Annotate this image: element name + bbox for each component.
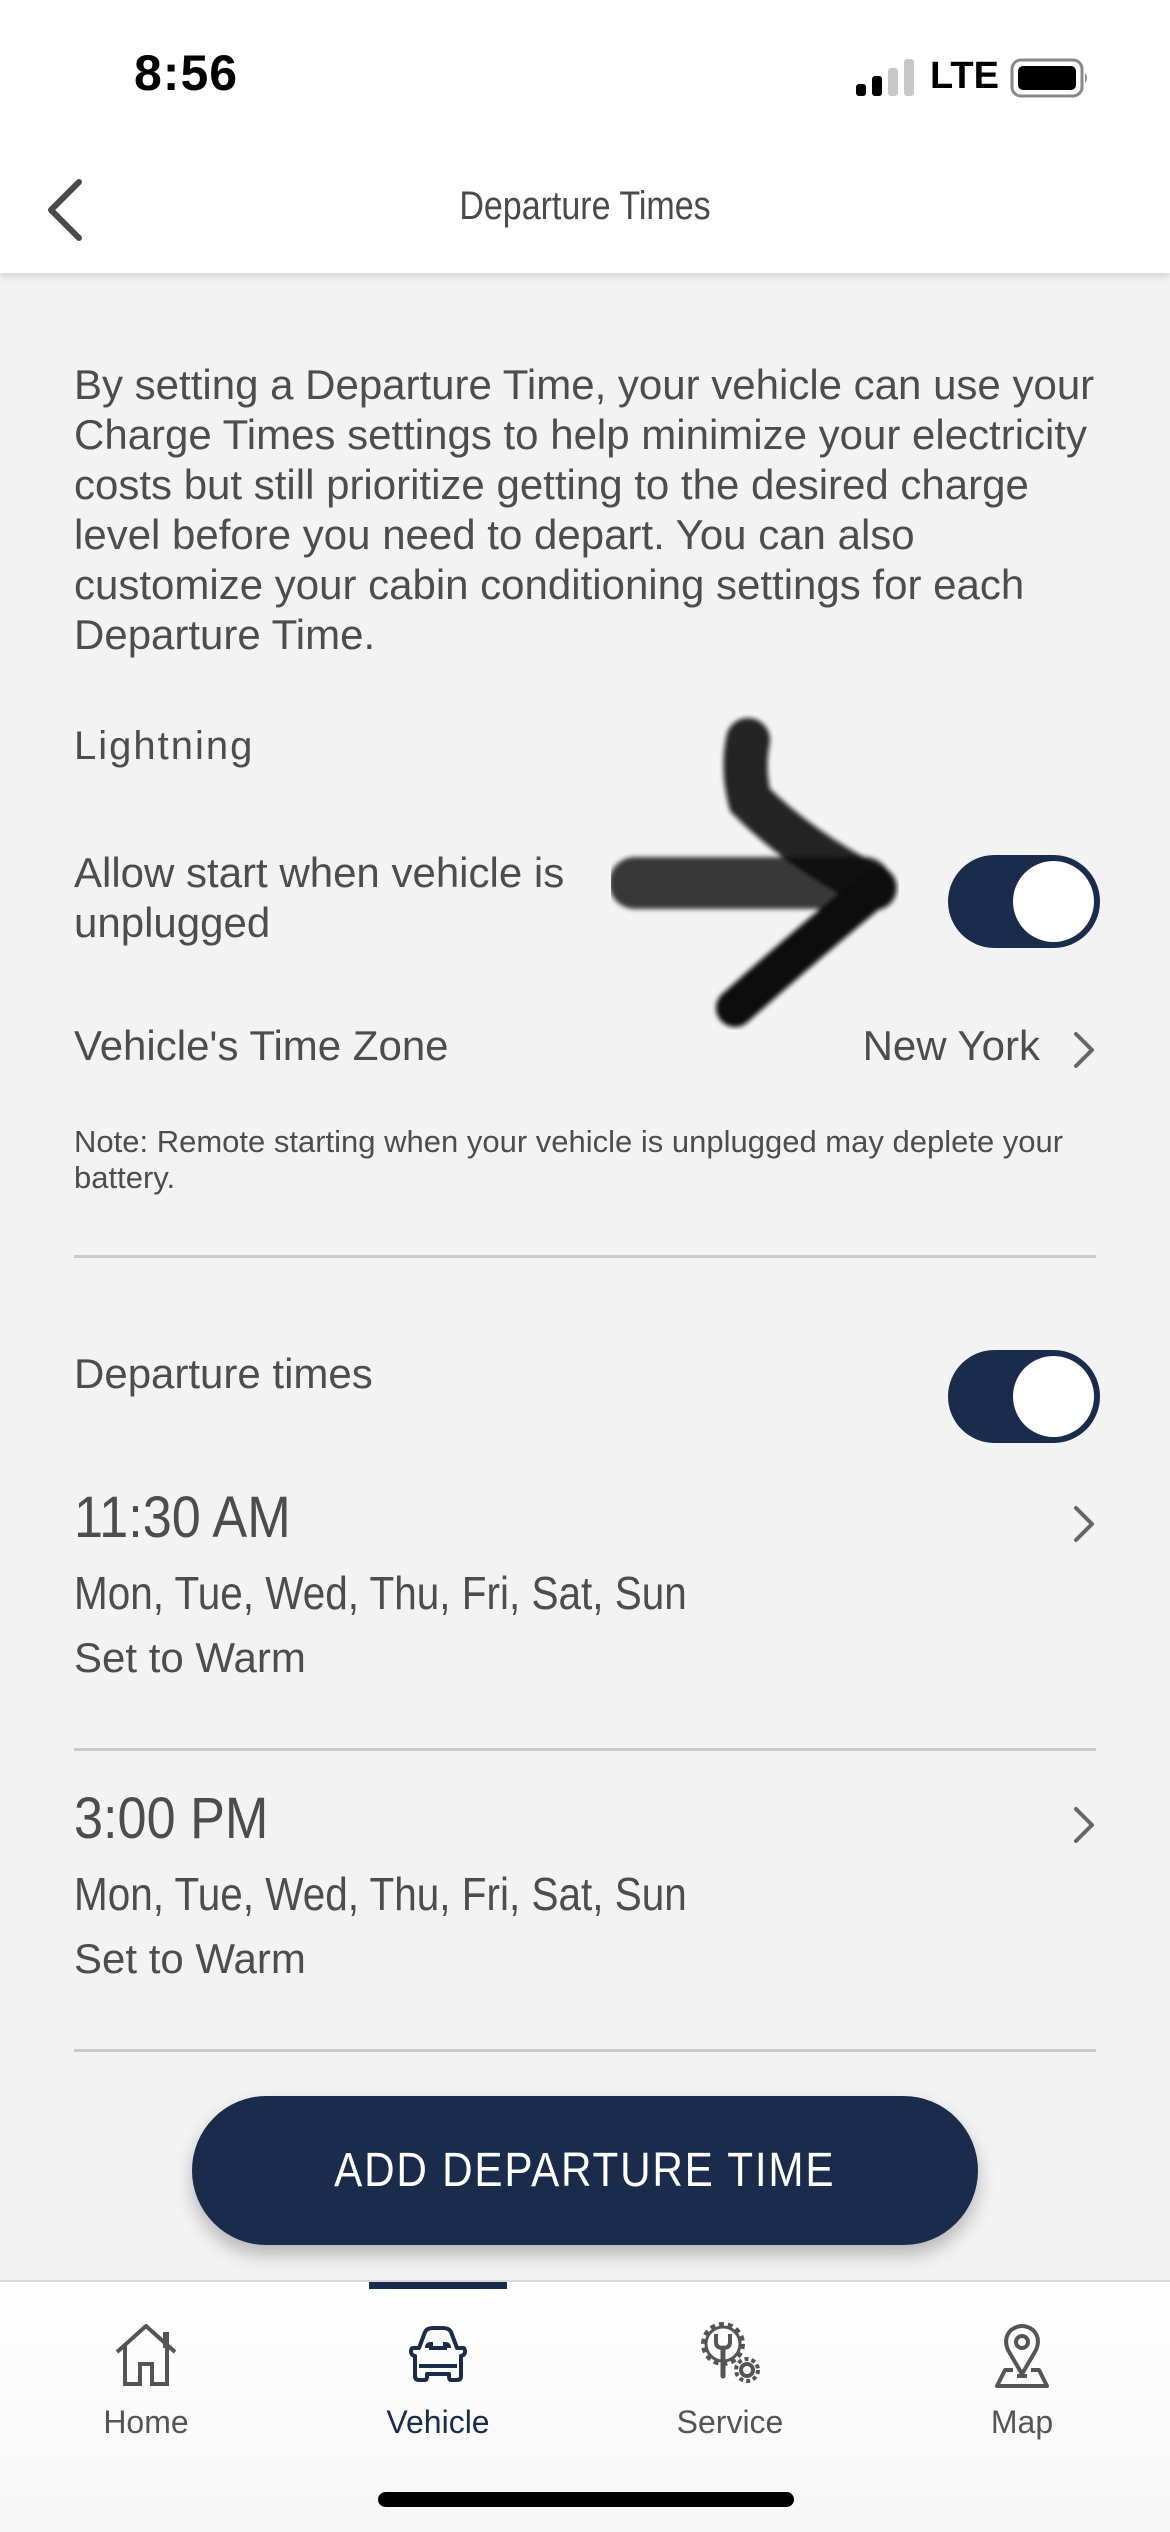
page-title: Departure Times — [459, 184, 711, 228]
map-pin-icon — [995, 2324, 1049, 2388]
tab-home[interactable]: Home — [0, 2302, 292, 2442]
tab-map[interactable]: Map — [876, 2302, 1168, 2442]
time-zone-label: Vehicle's Time Zone — [74, 1022, 449, 1069]
allow-start-toggle[interactable] — [948, 855, 1100, 948]
status-bar: 8:56 LTE — [0, 0, 1170, 150]
tab-label: Map — [990, 2404, 1054, 2440]
add-departure-time-label: ADD DEPARTURE TIME — [334, 2144, 836, 2197]
tab-label: Vehicle — [386, 2404, 490, 2440]
car-icon — [409, 2326, 467, 2382]
chevron-right-icon — [1074, 1032, 1094, 1068]
network-type: LTE — [930, 55, 999, 97]
time-zone-value: New York — [862, 1022, 1040, 1069]
toggle-knob — [1013, 1356, 1094, 1437]
vehicle-name-label: Lightning — [74, 724, 255, 768]
chevron-right-icon — [1074, 1807, 1094, 1843]
active-tab-indicator — [369, 2282, 507, 2289]
departure-days: Mon, Tue, Wed, Thu, Fri, Sat, Sun — [74, 1567, 687, 1619]
chevron-left-icon — [48, 179, 82, 241]
home-icon — [115, 2324, 177, 2386]
add-departure-time-button[interactable]: ADD DEPARTURE TIME — [192, 2096, 978, 2245]
tab-label: Service — [676, 2404, 784, 2440]
signal-strength-icon — [856, 59, 914, 96]
tab-label: Home — [103, 2404, 189, 2440]
departure-times-label: Departure times — [74, 1350, 373, 1397]
divider — [74, 2049, 1096, 2052]
time-zone-row[interactable]: Vehicle's Time Zone New York — [74, 1018, 1096, 1078]
departure-climate-mode: Set to Warm — [74, 1634, 306, 1681]
departure-days: Mon, Tue, Wed, Thu, Fri, Sat, Sun — [74, 1868, 687, 1920]
tab-service[interactable]: Service — [584, 2302, 876, 2442]
departure-climate-mode: Set to Warm — [74, 1935, 306, 1982]
unplugged-note: Note: Remote starting when your vehicle … — [74, 1124, 1064, 1195]
battery-full-icon — [1010, 58, 1087, 98]
divider — [74, 1255, 1096, 1258]
chevron-right-icon — [1074, 1506, 1094, 1542]
allow-start-label: Allow start when vehicle is unplugged — [74, 849, 565, 946]
departure-time-item[interactable]: 11:30 AM Mon, Tue, Wed, Thu, Fri, Sat, S… — [74, 1484, 1096, 1684]
tab-vehicle[interactable]: Vehicle — [292, 2302, 584, 2442]
departure-time-item[interactable]: 3:00 PM Mon, Tue, Wed, Thu, Fri, Sat, Su… — [74, 1785, 1096, 1985]
departure-time: 11:30 AM — [74, 1485, 291, 1550]
intro-description: By setting a Departure Time, your vehicl… — [74, 361, 1095, 658]
annotation-arrow-icon — [609, 718, 897, 1027]
home-indicator — [378, 2492, 794, 2507]
departure-times-toggle[interactable] — [948, 1350, 1100, 1443]
wrench-gear-icon — [701, 2322, 760, 2383]
departure-time: 3:00 PM — [74, 1786, 269, 1851]
nav-header: Departure Times — [0, 150, 1170, 273]
divider — [74, 1748, 1096, 1751]
toggle-knob — [1013, 861, 1094, 942]
status-time: 8:56 — [134, 45, 239, 101]
